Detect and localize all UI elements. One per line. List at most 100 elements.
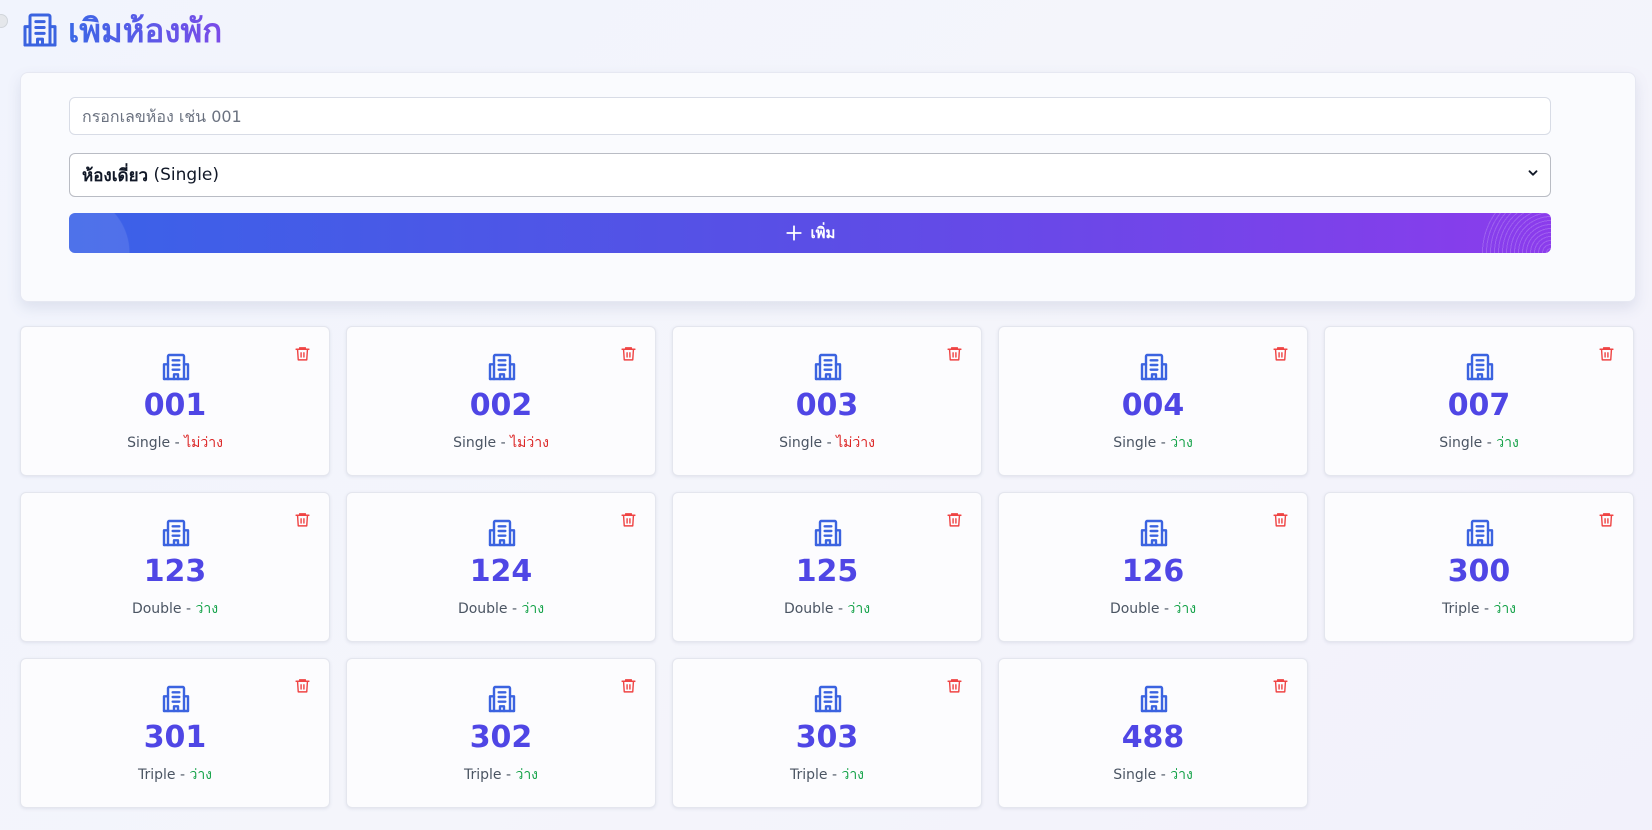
room-card-001[interactable]: 001 Single - ไม่ว่าง — [20, 326, 330, 476]
button-decoration-left — [69, 213, 145, 253]
room-card-002[interactable]: 002 Single - ไม่ว่าง — [346, 326, 656, 476]
delete-room-124-trash-icon[interactable] — [620, 511, 637, 528]
room-number: 124 — [469, 554, 533, 589]
room-type: Single — [1113, 767, 1157, 783]
room-info: Single - ว่าง — [1439, 435, 1519, 451]
room-number: 488 — [1121, 720, 1185, 755]
room-number: 003 — [795, 388, 859, 423]
delete-room-301-trash-icon[interactable] — [294, 677, 311, 694]
room-card-007[interactable]: 007 Single - ว่าง — [1324, 326, 1634, 476]
room-card-301[interactable]: 301 Triple - ว่าง — [20, 658, 330, 808]
delete-room-300-trash-icon[interactable] — [1598, 511, 1615, 528]
delete-room-302-trash-icon[interactable] — [620, 677, 637, 694]
building-icon — [20, 10, 60, 50]
room-card-302[interactable]: 302 Triple - ว่าง — [346, 658, 656, 808]
room-status: ว่าง — [521, 601, 545, 617]
room-status: ว่าง — [189, 767, 213, 783]
room-status: ไม่ว่าง — [184, 435, 223, 451]
room-info: Triple - ว่าง — [1441, 601, 1517, 617]
room-info: Double - ว่าง — [783, 601, 871, 617]
building-icon — [160, 683, 192, 715]
page-header: เพิ่มห้องพัก — [20, 2, 1636, 58]
room-type: Single — [1439, 435, 1483, 451]
building-icon — [486, 683, 518, 715]
delete-room-123-trash-icon[interactable] — [294, 511, 311, 528]
room-card-488[interactable]: 488 Single - ว่าง — [998, 658, 1308, 808]
add-room-form: ห้องเดี่ยว (Single) เพิ่ม — [20, 72, 1636, 302]
room-status: ว่าง — [515, 767, 539, 783]
room-card-125[interactable]: 125 Double - ว่าง — [672, 492, 982, 642]
room-card-004[interactable]: 004 Single - ว่าง — [998, 326, 1308, 476]
building-icon — [160, 351, 192, 383]
delete-room-003-trash-icon[interactable] — [946, 345, 963, 362]
room-type: Triple — [1441, 601, 1480, 617]
add-room-button[interactable]: เพิ่ม — [69, 213, 1551, 253]
delete-room-303-trash-icon[interactable] — [946, 677, 963, 694]
building-icon — [1464, 517, 1496, 549]
room-info: Single - ว่าง — [1113, 767, 1193, 783]
room-status: ว่าง — [1170, 435, 1193, 451]
room-number: 004 — [1121, 388, 1185, 423]
delete-room-126-trash-icon[interactable] — [1272, 511, 1289, 528]
room-number: 300 — [1447, 554, 1511, 589]
room-info: Double - ว่าง — [131, 601, 219, 617]
delete-room-007-trash-icon[interactable] — [1598, 345, 1615, 362]
delete-room-125-trash-icon[interactable] — [946, 511, 963, 528]
room-type-selected-english: (Single) — [148, 165, 220, 185]
room-status: ว่าง — [1496, 435, 1519, 451]
room-info: Single - ไม่ว่าง — [453, 435, 549, 451]
building-icon — [1138, 517, 1170, 549]
room-info: Single - ไม่ว่าง — [127, 435, 223, 451]
room-info: Single - ไม่ว่าง — [779, 435, 875, 451]
building-icon — [486, 517, 518, 549]
room-info: Triple - ว่าง — [463, 767, 539, 783]
room-card-300[interactable]: 300 Triple - ว่าง — [1324, 492, 1634, 642]
room-number: 302 — [469, 720, 533, 755]
room-type: Double — [131, 601, 182, 617]
building-icon — [1464, 351, 1496, 383]
room-type: Double — [1109, 601, 1160, 617]
room-number: 007 — [1447, 388, 1511, 423]
room-type: Single — [1113, 435, 1157, 451]
delete-room-004-trash-icon[interactable] — [1272, 345, 1289, 362]
room-grid: 001 Single - ไม่ว่าง 002 Single - ไม่ว่า… — [20, 326, 1634, 808]
room-type: Single — [453, 435, 497, 451]
chevron-down-icon — [1528, 170, 1538, 176]
building-icon — [812, 351, 844, 383]
button-decoration-right — [1469, 213, 1551, 253]
room-number-input[interactable] — [69, 97, 1551, 135]
room-card-126[interactable]: 126 Double - ว่าง — [998, 492, 1308, 642]
room-type: Double — [783, 601, 834, 617]
room-status: ว่าง — [841, 767, 865, 783]
delete-room-002-trash-icon[interactable] — [620, 345, 637, 362]
building-icon — [812, 517, 844, 549]
room-card-124[interactable]: 124 Double - ว่าง — [346, 492, 656, 642]
room-card-123[interactable]: 123 Double - ว่าง — [20, 492, 330, 642]
room-type: Triple — [137, 767, 176, 783]
building-icon — [1138, 683, 1170, 715]
room-status: ไม่ว่าง — [836, 435, 875, 451]
page-title: เพิ่มห้องพัก — [68, 10, 223, 50]
room-card-303[interactable]: 303 Triple - ว่าง — [672, 658, 982, 808]
room-card-003[interactable]: 003 Single - ไม่ว่าง — [672, 326, 982, 476]
room-info: Double - ว่าง — [457, 601, 545, 617]
room-status: ว่าง — [195, 601, 219, 617]
room-type: Triple — [789, 767, 828, 783]
delete-room-001-trash-icon[interactable] — [294, 345, 311, 362]
room-info: Double - ว่าง — [1109, 601, 1197, 617]
room-number: 126 — [1121, 554, 1185, 589]
room-number: 002 — [469, 388, 533, 423]
delete-room-488-trash-icon[interactable] — [1272, 677, 1289, 694]
building-icon — [1138, 351, 1170, 383]
room-status: ว่าง — [1170, 767, 1193, 783]
room-number: 125 — [795, 554, 859, 589]
room-status: ว่าง — [1493, 601, 1517, 617]
room-info: Triple - ว่าง — [789, 767, 865, 783]
room-type: Double — [457, 601, 508, 617]
room-number: 303 — [795, 720, 859, 755]
room-type-select[interactable]: ห้องเดี่ยว (Single) — [69, 153, 1551, 197]
room-info: Triple - ว่าง — [137, 767, 213, 783]
building-icon — [812, 683, 844, 715]
page: เพิ่มห้องพัก ห้องเดี่ยว (Single) เพิ่ม — [20, 0, 1636, 808]
room-status: ว่าง — [1173, 601, 1197, 617]
